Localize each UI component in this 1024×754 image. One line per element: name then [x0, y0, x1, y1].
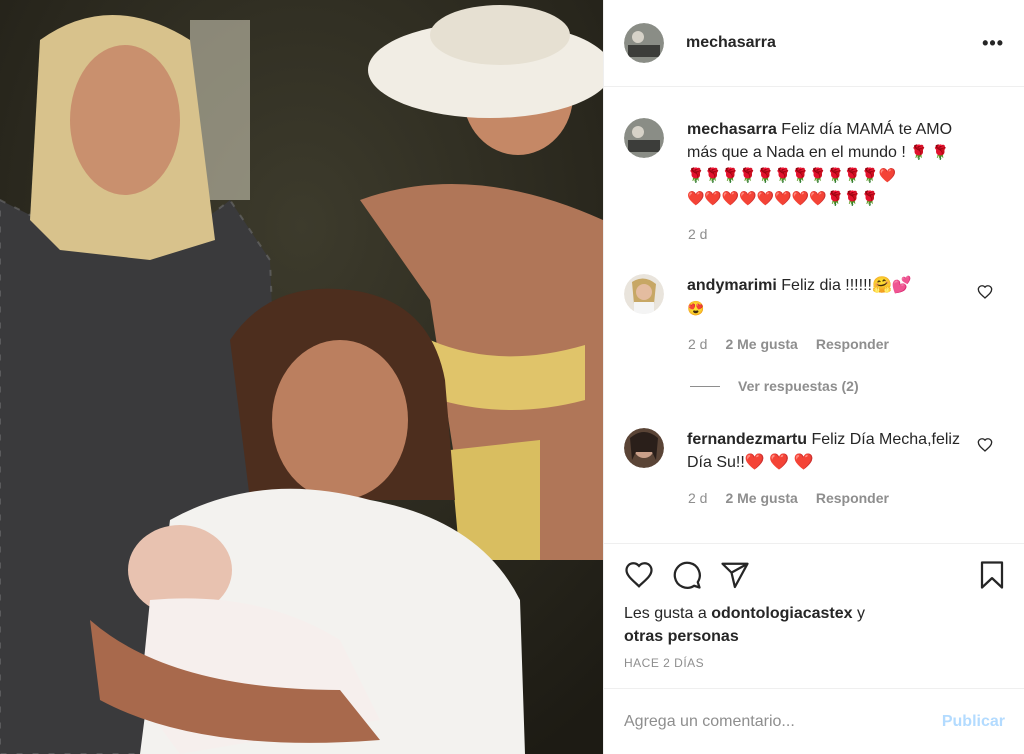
view-replies-button[interactable]: Ver respuestas (2) [690, 378, 859, 394]
like-comment-icon[interactable] [977, 284, 993, 300]
caption: mechasarra Feliz día MAMÁ te AMO más que… [624, 118, 1004, 210]
comment-likes[interactable]: 2 Me gusta [725, 490, 797, 506]
comment-time[interactable]: 2 d [688, 490, 707, 506]
instagram-post-view: mechasarra ••• mechasarra Feliz día MAMÁ… [0, 0, 1024, 754]
likes-prefix: Les gusta a [624, 605, 707, 622]
post-photo[interactable] [0, 0, 603, 754]
divider [690, 385, 720, 387]
comment-body: andymarimi Feliz dia !!!!!!🤗💕 😍 [687, 274, 977, 320]
comment-username[interactable]: andymarimi [687, 277, 777, 294]
comment-item: fernandezmartu Feliz Día Mecha,feliz Día… [624, 428, 1004, 474]
caption-body: mechasarra Feliz día MAMÁ te AMO más que… [687, 118, 977, 210]
liker-username[interactable]: odontologiacastex [711, 605, 852, 622]
post-username[interactable]: mechasarra [686, 34, 776, 52]
comment-body: fernandezmartu Feliz Día Mecha,feliz Día… [687, 428, 977, 474]
caption-emojis-3: ❤️❤️❤️❤️❤️❤️❤️❤️🌹🌹🌹 [687, 190, 879, 206]
post-header: mechasarra ••• [604, 0, 1024, 87]
like-comment-icon[interactable] [977, 437, 993, 453]
avatar[interactable] [624, 23, 664, 63]
reply-button[interactable]: Responder [816, 336, 889, 352]
action-icons [624, 560, 1007, 590]
publish-button[interactable]: Publicar [942, 713, 1005, 731]
bookmark-icon[interactable] [977, 560, 1007, 590]
add-comment-bar: Publicar [604, 688, 1024, 754]
comment-icon[interactable] [672, 560, 702, 590]
comment-meta: 2 d 2 Me gusta Responder [688, 490, 889, 506]
comment-list[interactable]: mechasarra Feliz día MAMÁ te AMO más que… [604, 88, 1024, 543]
caption-time[interactable]: 2 d [688, 226, 707, 242]
post-side-panel: mechasarra ••• mechasarra Feliz día MAMÁ… [603, 0, 1024, 754]
post-actions: Les gusta a odontologiacastex y otras pe… [604, 543, 1024, 688]
caption-emojis-1: 🌹 🌹 [910, 144, 950, 160]
caption-username[interactable]: mechasarra [687, 121, 777, 138]
share-icon[interactable] [720, 560, 750, 590]
comment-item: andymarimi Feliz dia !!!!!!🤗💕 😍 [624, 274, 1004, 320]
comment-username[interactable]: fernandezmartu [687, 431, 807, 448]
comment-text: Feliz dia !!!!!!🤗💕 [781, 277, 912, 294]
reply-button[interactable]: Responder [816, 490, 889, 506]
caption-meta: 2 d [688, 226, 707, 242]
more-icon[interactable]: ••• [982, 33, 1004, 54]
post-timestamp[interactable]: HACE 2 DÍAS [624, 656, 704, 670]
comment-input[interactable] [624, 712, 942, 731]
avatar[interactable] [624, 274, 664, 314]
comment-likes[interactable]: 2 Me gusta [725, 336, 797, 352]
heart-icon[interactable] [624, 560, 654, 590]
comment-text-2: 😍 [687, 300, 705, 316]
others-link[interactable]: otras personas [624, 628, 739, 645]
comment-time[interactable]: 2 d [688, 336, 707, 352]
avatar[interactable] [624, 118, 664, 158]
avatar[interactable] [624, 428, 664, 468]
likes-summary: Les gusta a odontologiacastex y otras pe… [624, 602, 865, 648]
view-replies-label: Ver respuestas (2) [738, 378, 859, 394]
comment-meta: 2 d 2 Me gusta Responder [688, 336, 889, 352]
likes-suffix: y [857, 605, 865, 622]
caption-emojis-2: 🌹🌹🌹🌹🌹🌹🌹🌹🌹🌹🌹❤️ [687, 167, 897, 183]
